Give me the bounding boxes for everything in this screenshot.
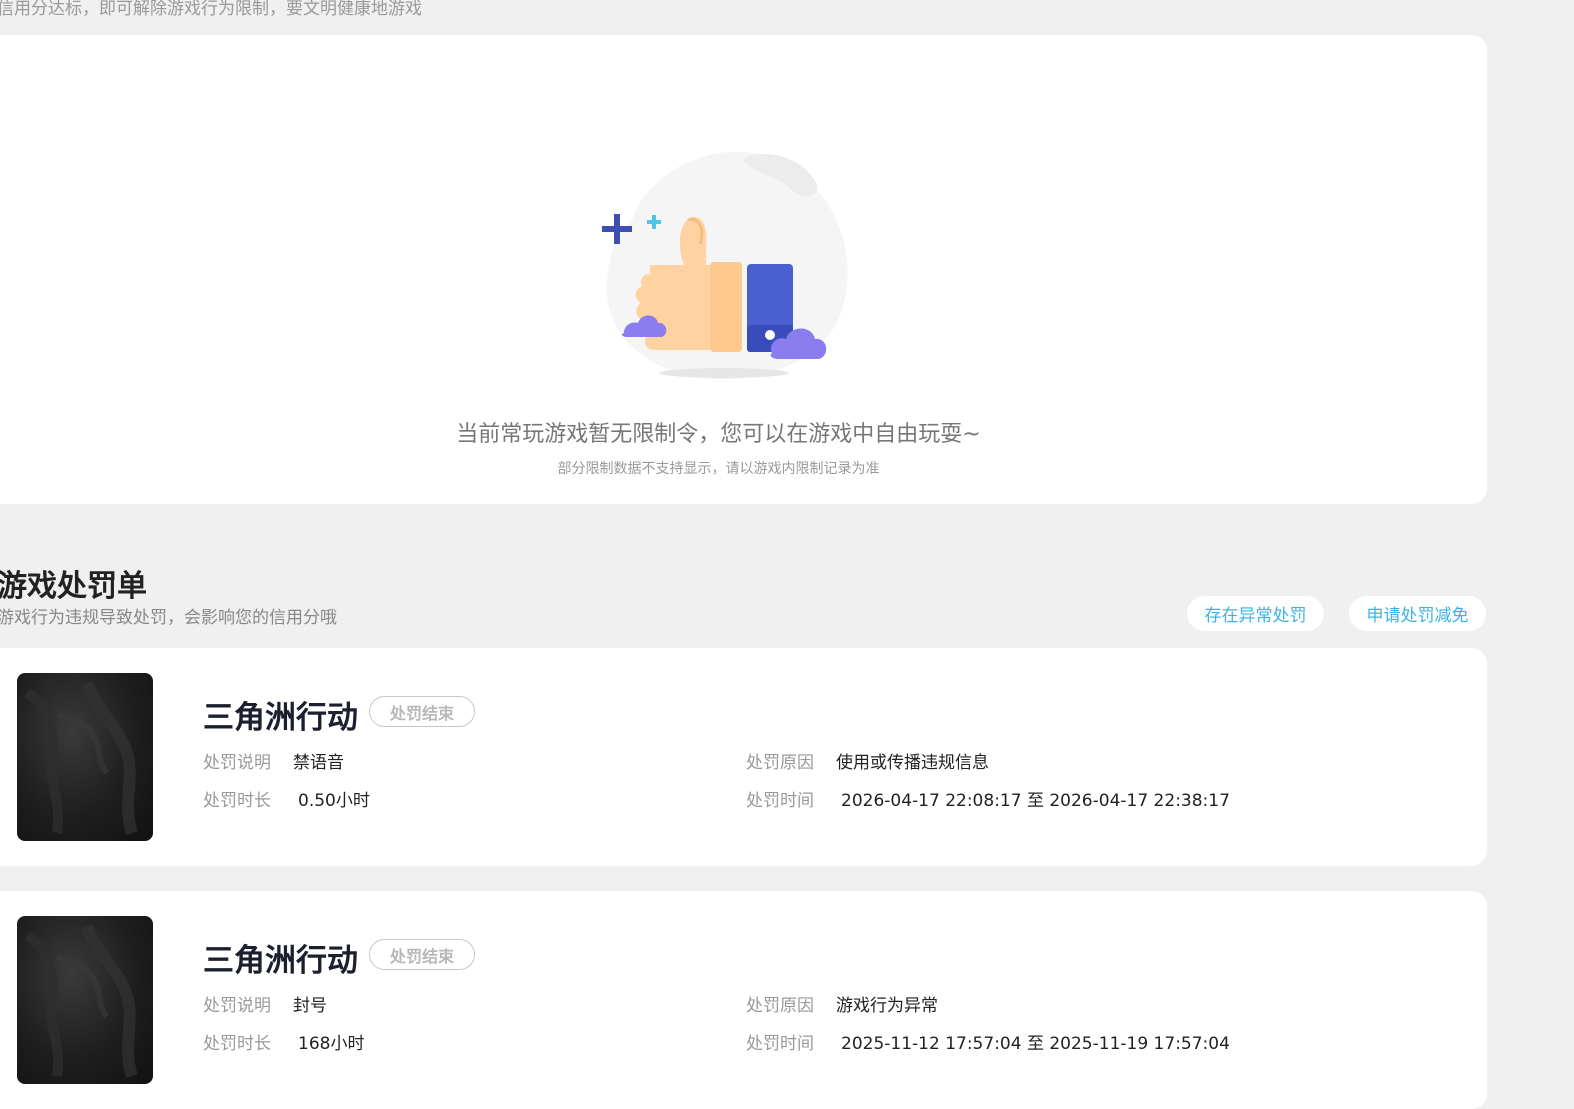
penalty-desc-label: 处罚说明 — [203, 996, 271, 1016]
penalty-duration-label: 处罚时长 — [203, 1034, 271, 1054]
game-name: 三角洲行动 — [203, 943, 358, 979]
penalty-duration-value: 0.50小时 — [298, 791, 370, 811]
penalty-card[interactable]: 三角洲行动 处罚结束 处罚说明 禁语音 处罚原因 使用或传播违规信息 处罚时长 … — [0, 648, 1487, 866]
penalty-reason-label: 处罚原因 — [746, 996, 814, 1016]
game-thumbnail — [17, 916, 153, 1084]
status-badge: 处罚结束 — [369, 939, 475, 970]
penalty-desc-value: 禁语音 — [293, 753, 344, 773]
game-name: 三角洲行动 — [203, 700, 358, 736]
restriction-empty-card: 当前常玩游戏暂无限制令，您可以在游戏中自由玩耍~ 部分限制数据不支持显示，请以游… — [0, 35, 1487, 504]
penalty-desc-label: 处罚说明 — [203, 753, 271, 773]
game-thumbnail — [17, 673, 153, 841]
section-subtitle: 游戏行为违规导致处罚，会影响您的信用分哦 — [0, 608, 337, 628]
penalty-time-label: 处罚时间 — [746, 1034, 814, 1054]
thumbs-up-icon — [592, 140, 862, 390]
penalty-desc-value: 封号 — [293, 996, 327, 1016]
penalty-card[interactable]: 三角洲行动 处罚结束 处罚说明 封号 处罚原因 游戏行为异常 处罚时长 168小… — [0, 891, 1487, 1109]
appeal-penalty-button[interactable]: 申请处罚减免 — [1349, 596, 1486, 631]
penalty-reason-value: 游戏行为异常 — [836, 996, 938, 1016]
section-title: 游戏处罚单 — [0, 569, 147, 604]
penalty-time-label: 处罚时间 — [746, 791, 814, 811]
status-badge: 处罚结束 — [369, 696, 475, 727]
penalty-duration-value: 168小时 — [298, 1034, 365, 1054]
abnormal-penalty-button[interactable]: 存在异常处罚 — [1187, 596, 1324, 631]
credit-notice: 信用分达标，即可解除游戏行为限制，要文明健康地游戏 — [0, 0, 422, 19]
penalty-time-value: 2026-04-17 22:08:17 至 2026-04-17 22:38:1… — [841, 791, 1230, 811]
penalty-reason-label: 处罚原因 — [746, 753, 814, 773]
empty-state-subtitle: 部分限制数据不支持显示，请以游戏内限制记录为准 — [557, 461, 880, 477]
penalty-duration-label: 处罚时长 — [203, 791, 271, 811]
penalty-reason-value: 使用或传播违规信息 — [836, 753, 989, 773]
penalty-time-value: 2025-11-12 17:57:04 至 2025-11-19 17:57:0… — [841, 1034, 1230, 1054]
empty-state-title: 当前常玩游戏暂无限制令，您可以在游戏中自由玩耍~ — [456, 422, 981, 447]
